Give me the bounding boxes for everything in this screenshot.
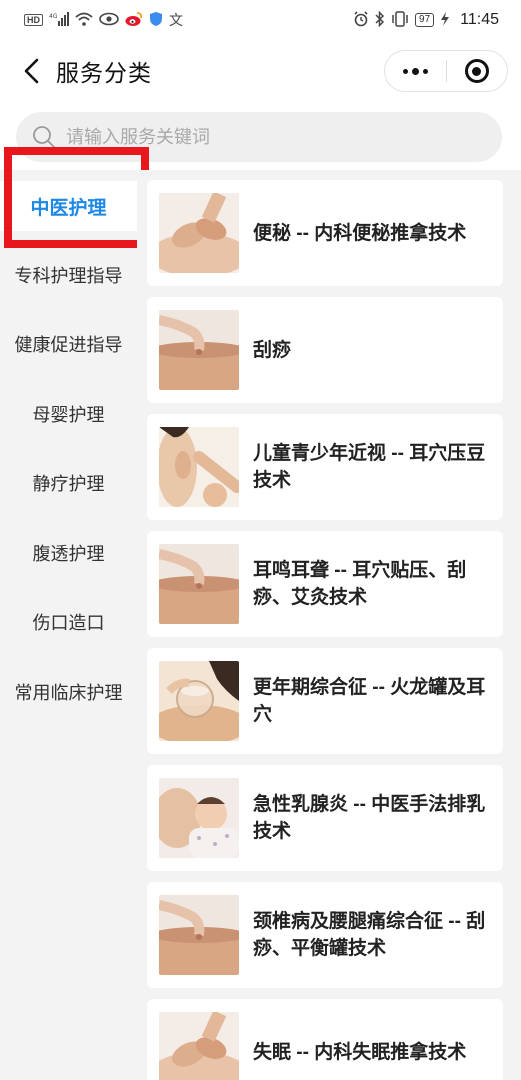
target-circle-icon [464,59,489,83]
sidebar-item-clinical-nursing[interactable]: 常用临床护理 [0,667,137,717]
more-button[interactable] [385,51,446,91]
status-left: HD 4G 文 [24,10,183,30]
sidebar-item-tcm-nursing[interactable]: 中医护理 [0,181,137,231]
close-program-button[interactable] [447,51,508,91]
eye-icon [99,12,119,29]
search-input[interactable] [66,126,466,148]
sidebar-item-wound-ostomy[interactable]: 伤口造口 [0,597,137,647]
translate-icon: 文 [169,12,183,28]
service-card[interactable]: 儿童青少年近视 -- 耳穴压豆技术 [147,414,503,520]
ear-acupressure-photo [159,427,239,507]
bluetooth-icon [375,10,385,30]
service-card[interactable]: 急性乳腺炎 -- 中医手法排乳技术 [147,765,503,871]
service-title: 耳鸣耳聋 -- 耳穴贴压、刮痧、艾灸技术 [253,560,467,608]
scraping-back-photo [159,895,239,975]
category-sidebar: 中医护理 专科护理指导 健康促进指导 母婴护理 静疗护理 腹透护理 伤口造口 常… [0,170,137,1080]
service-title: 失眠 -- 内科失眠推拿技术 [253,1041,467,1063]
scraping-back-photo [159,310,239,390]
search-box[interactable] [16,112,502,162]
service-card[interactable]: 更年期综合征 -- 火龙罐及耳穴 [147,648,503,754]
cupping-photo [159,661,239,741]
sidebar-item-specialty-nursing[interactable]: 专科护理指导 [0,250,137,300]
service-title: 急性乳腺炎 -- 中医手法排乳技术 [253,794,486,842]
back-button[interactable] [8,47,56,95]
service-title: 刮痧 [253,339,292,361]
wifi-icon [75,12,93,29]
scraping-back-photo [159,544,239,624]
service-card[interactable]: 便秘 -- 内科便秘推拿技术 [147,180,503,286]
service-card[interactable]: 颈椎病及腰腿痛综合征 -- 刮痧、平衡罐技术 [147,882,503,988]
search-icon [33,126,55,148]
chevron-left-icon [24,58,39,84]
service-title: 更年期综合征 -- 火龙罐及耳穴 [253,677,486,725]
sidebar-item-peritoneal-dialysis[interactable]: 腹透护理 [0,528,137,578]
svg-text:4G: 4G [49,13,58,20]
signal-4g-icon: 4G [49,11,69,29]
service-title: 便秘 -- 内科便秘推拿技术 [253,222,467,244]
status-time: 11:45 [460,11,499,28]
service-card[interactable]: 耳鸣耳聋 -- 耳穴贴压、刮痧、艾灸技术 [147,531,503,637]
vibrate-icon [391,10,409,30]
status-bar: HD 4G 文 97 11:45 [0,0,521,40]
shield-icon [149,11,163,30]
service-list: 便秘 -- 内科便秘推拿技术 刮痧 儿童青少年近视 -- 耳穴压豆技术 耳鸣耳聋… [137,170,521,1080]
mini-program-capsule [384,50,508,92]
hd-icon: HD [24,14,43,26]
massage-abdomen-photo [159,1012,239,1080]
sidebar-item-maternal-infant[interactable]: 母婴护理 [0,389,137,439]
sidebar-item-health-promotion[interactable]: 健康促进指导 [0,319,137,369]
service-card[interactable]: 刮痧 [147,297,503,403]
more-dots-icon [402,67,428,75]
weibo-icon [125,11,143,30]
massage-abdomen-photo [159,193,239,273]
nav-bar: 服务分类 [0,40,521,102]
service-title: 儿童青少年近视 -- 耳穴压豆技术 [253,443,486,491]
sidebar-item-iv-therapy[interactable]: 静疗护理 [0,458,137,508]
search-bar [0,102,521,170]
status-right: 97 11:45 [353,10,499,30]
page-title: 服务分类 [56,60,152,86]
breastfeeding-photo [159,778,239,858]
service-card[interactable]: 失眠 -- 内科失眠推拿技术 [147,999,503,1080]
alarm-icon [353,10,369,30]
charging-icon [440,11,450,29]
battery-indicator: 97 [415,13,435,27]
service-title: 颈椎病及腰腿痛综合征 -- 刮痧、平衡罐技术 [253,911,486,959]
